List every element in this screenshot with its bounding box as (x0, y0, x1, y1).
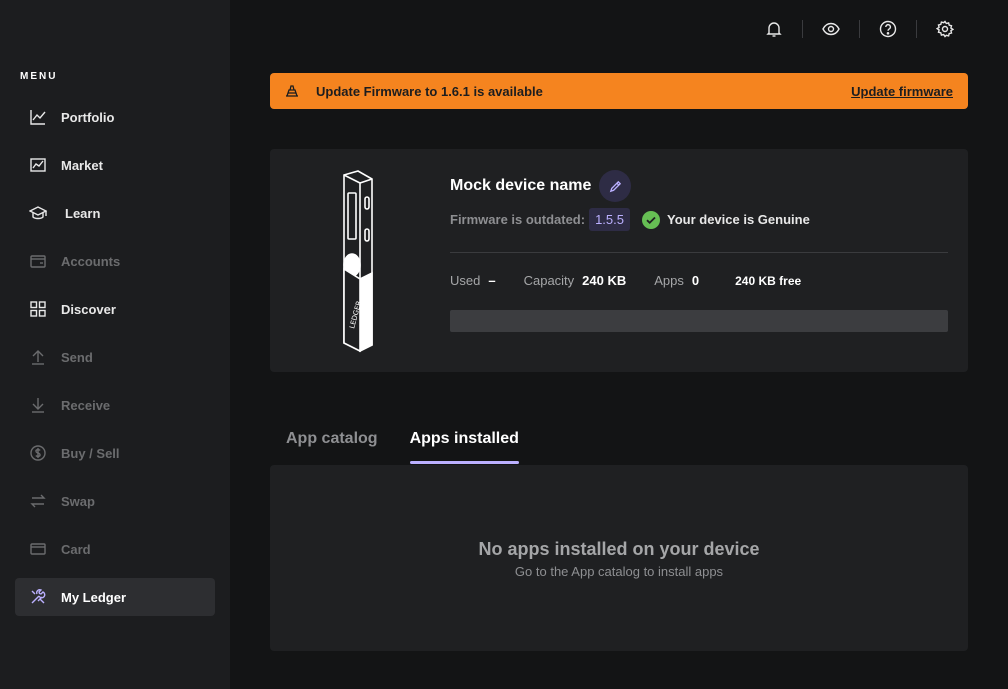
sidebar-item-swap[interactable]: Swap (15, 482, 215, 520)
firmware-update-banner: Update Firmware to 1.6.1 is available Up… (270, 73, 968, 109)
grid-icon (29, 300, 47, 318)
storage-stats: Used – Capacity 240 KB Apps 0 240 KB fre… (450, 273, 801, 288)
used-value: – (488, 273, 496, 288)
sidebar: MENU Portfolio Market Learn Accounts Dis… (0, 0, 230, 689)
sidebar-item-label: Discover (61, 301, 116, 317)
sidebar-item-label: Learn (65, 205, 101, 221)
gear-icon[interactable] (929, 14, 961, 44)
firmware-row: Firmware is outdated: 1.5.5 Your device … (450, 208, 810, 231)
app-tabs: App catalog Apps installed (286, 430, 551, 465)
firmware-version-badge: 1.5.5 (589, 208, 630, 231)
sidebar-item-label: Card (61, 541, 91, 557)
sidebar-nav: Portfolio Market Learn Accounts Discover (15, 98, 215, 626)
bell-icon[interactable] (758, 14, 790, 44)
arrow-down-icon (29, 396, 47, 414)
divider (916, 20, 917, 38)
update-firmware-link[interactable]: Update firmware (851, 84, 953, 99)
market-icon (29, 156, 47, 174)
sidebar-item-learn[interactable]: Learn (15, 194, 215, 232)
firmware-label: Firmware is outdated: (450, 212, 586, 227)
sidebar-item-buy-sell[interactable]: Buy / Sell (15, 434, 215, 472)
capacity-label: Capacity (523, 273, 575, 288)
topbar (758, 14, 961, 44)
swap-icon (29, 492, 47, 510)
banner-message: Update Firmware to 1.6.1 is available (316, 83, 543, 99)
sidebar-item-label: My Ledger (61, 589, 127, 605)
sidebar-item-label: Market (61, 157, 103, 173)
help-icon[interactable] (872, 14, 904, 44)
sidebar-item-label: Buy / Sell (61, 445, 120, 461)
sidebar-item-label: Portfolio (61, 109, 115, 125)
tools-icon (29, 588, 47, 606)
storage-bar (450, 310, 948, 332)
divider (802, 20, 803, 38)
free-space: 240 KB free (735, 273, 802, 288)
apps-count: 0 (691, 273, 700, 288)
installed-apps-panel: No apps installed on your device Go to t… (270, 465, 968, 651)
sidebar-item-receive[interactable]: Receive (15, 386, 215, 424)
divider (859, 20, 860, 38)
device-card: LEDGER Mock device name Firmware is outd… (270, 149, 968, 372)
sidebar-item-label: Accounts (61, 253, 121, 269)
tab-apps-installed[interactable]: Apps installed (409, 430, 520, 465)
apps-label: Apps (654, 273, 684, 288)
sidebar-item-label: Swap (61, 493, 95, 509)
eye-icon[interactable] (815, 14, 847, 44)
edit-device-name-button[interactable] (599, 170, 632, 202)
used-label: Used (450, 273, 481, 288)
arrow-up-icon (29, 348, 47, 366)
device-name-row: Mock device name (450, 170, 632, 202)
tab-app-catalog[interactable]: App catalog (286, 430, 378, 465)
device-name: Mock device name (450, 177, 592, 194)
sidebar-item-label: Receive (61, 397, 111, 413)
check-circle-icon (642, 210, 660, 229)
sidebar-item-accounts[interactable]: Accounts (15, 242, 215, 280)
firmware-icon (284, 83, 300, 99)
sidebar-item-portfolio[interactable]: Portfolio (15, 98, 215, 136)
ledger-device-illustration: LEDGER (336, 169, 386, 354)
sidebar-item-label: Send (61, 349, 93, 365)
capacity-value: 240 KB (582, 273, 627, 288)
sidebar-item-discover[interactable]: Discover (15, 290, 215, 328)
dollar-icon (29, 444, 47, 462)
sidebar-item-card[interactable]: Card (15, 530, 215, 568)
sidebar-item-market[interactable]: Market (15, 146, 215, 184)
empty-state-title: No apps installed on your device (478, 539, 760, 559)
empty-state-subtitle: Go to the App catalog to install apps (514, 564, 724, 579)
sidebar-item-my-ledger[interactable]: My Ledger (15, 578, 215, 616)
sidebar-item-send[interactable]: Send (15, 338, 215, 376)
card-icon (29, 540, 47, 558)
portfolio-icon (29, 108, 47, 126)
menu-title: MENU (20, 71, 58, 82)
pencil-icon (609, 180, 622, 192)
genuine-status: Your device is Genuine (667, 212, 810, 227)
learn-icon (29, 204, 47, 222)
wallet-icon (29, 252, 47, 270)
divider (450, 252, 948, 253)
